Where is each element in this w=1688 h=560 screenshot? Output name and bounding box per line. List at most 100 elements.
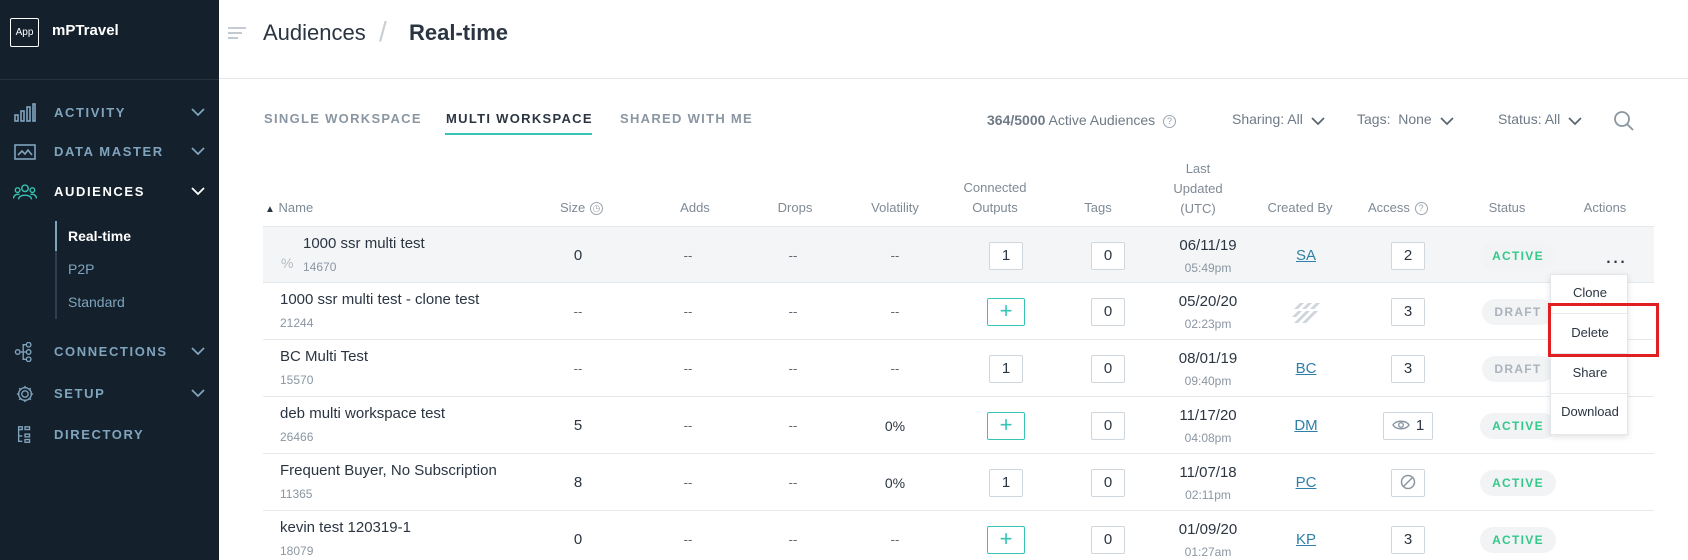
chevron-down-icon [191, 147, 205, 156]
access-count[interactable]: 2 [1391, 241, 1425, 270]
blocked-icon [1400, 474, 1416, 489]
column-header-name[interactable]: ▲ Name [265, 198, 313, 220]
access-count[interactable]: 3 [1391, 525, 1425, 554]
sidebar-item-audiences[interactable]: AUDIENCES [0, 174, 219, 208]
sidebar-subitem-real-time[interactable]: Real-time [68, 228, 131, 244]
column-header-created-by: Created By [1267, 200, 1333, 215]
connected-outputs-count[interactable]: 1 [989, 354, 1023, 383]
tags-filter[interactable]: Tags: None [1357, 111, 1454, 127]
add-output-button[interactable]: + [987, 525, 1025, 554]
no-access-button[interactable] [1391, 468, 1425, 497]
table-row[interactable]: 1000 ssr multi test - clone test 21244 --… [263, 283, 1654, 340]
status-filter-label: Status: [1498, 111, 1542, 127]
tags-count[interactable]: 0 [1091, 241, 1125, 270]
audience-name[interactable]: 1000 ssr multi test [303, 235, 425, 252]
tags-count[interactable]: 0 [1091, 354, 1125, 383]
table-row[interactable]: % 1000 ssr multi test 14670 0 -- -- -- 1 … [263, 226, 1654, 283]
menu-item-clone[interactable]: Clone [1551, 285, 1629, 300]
chevron-down-icon [191, 389, 205, 398]
sharing-filter[interactable]: Sharing: All [1232, 111, 1325, 127]
adds-value: -- [683, 304, 693, 319]
column-header-drops: Drops [777, 200, 813, 215]
audience-name[interactable]: Frequent Buyer, No Subscription [280, 462, 497, 479]
directory-icon [17, 426, 31, 443]
connections-icon [14, 342, 32, 362]
access-viewers[interactable]: 1 [1382, 411, 1434, 440]
app-brand[interactable]: App mPTravel [0, 0, 219, 66]
tags-count[interactable]: 0 [1091, 411, 1125, 440]
subnav-active-indicator [55, 221, 57, 251]
volatility-value: 0% [884, 417, 906, 434]
sidebar-subitem-p2p[interactable]: P2P [68, 261, 94, 277]
status-filter-value: All [1544, 111, 1561, 127]
sidebar-item-data-master[interactable]: DATA MASTER [0, 134, 219, 168]
active-tab-indicator [445, 133, 592, 135]
add-output-button[interactable]: + [987, 411, 1025, 440]
menu-divider [1551, 393, 1629, 394]
tags-count[interactable]: 0 [1091, 468, 1125, 497]
table-row[interactable]: kevin test 120319-1 18079 0 -- -- -- + 0 … [263, 511, 1654, 560]
creator-initials[interactable]: BC [1296, 360, 1317, 377]
tags-filter-value: None [1398, 111, 1432, 127]
access-count: 1 [1415, 416, 1425, 434]
tab-shared-with-me[interactable]: SHARED WITH ME [620, 111, 753, 126]
tags-count[interactable]: 0 [1091, 297, 1125, 326]
updated-time: 02:23pm [1184, 316, 1232, 331]
tags-count[interactable]: 0 [1091, 525, 1125, 554]
access-count[interactable]: 3 [1391, 297, 1425, 326]
breadcrumb-audiences[interactable]: Audiences [263, 20, 366, 46]
audience-id: 18079 [280, 544, 314, 558]
column-header-label: Outputs [972, 200, 1018, 215]
tab-multi-workspace[interactable]: MULTI WORKSPACE [446, 111, 593, 126]
menu-item-download[interactable]: Download [1551, 404, 1629, 419]
connected-outputs-count[interactable]: 1 [989, 241, 1023, 270]
audience-name[interactable]: 1000 ssr multi test - clone test [280, 291, 479, 308]
table-row[interactable]: deb multi workspace test 26466 5 -- -- 0%… [263, 397, 1654, 454]
size-value: 0 [573, 531, 583, 548]
column-header-last-updated[interactable]: Last Updated (UTC) [1160, 159, 1236, 219]
bar-chart-icon [14, 103, 36, 122]
data-card-icon [14, 144, 36, 160]
creator-initials[interactable]: SA [1296, 247, 1316, 264]
search-icon[interactable] [1612, 109, 1636, 133]
status-filter[interactable]: Status: All [1498, 111, 1582, 127]
access-count[interactable]: 3 [1391, 354, 1425, 383]
sidebar-item-directory[interactable]: DIRECTORY [0, 417, 219, 451]
sidebar-item-setup[interactable]: SETUP [0, 376, 219, 410]
drops-value: -- [788, 532, 798, 547]
audience-name[interactable]: deb multi workspace test [280, 405, 445, 422]
help-icon[interactable]: ? [1414, 202, 1428, 215]
breadcrumb-separator: / [379, 16, 387, 47]
help-icon[interactable]: ? [1163, 115, 1177, 128]
people-icon [13, 184, 37, 200]
row-actions-button[interactable]: ... [1605, 243, 1626, 269]
column-header-label: Last [1185, 161, 1211, 176]
menu-toggle-icon[interactable] [228, 25, 246, 41]
table-row[interactable]: BC Multi Test 15570 -- -- -- -- 1 0 08/01… [263, 340, 1654, 397]
sidebar-subitem-standard[interactable]: Standard [68, 294, 125, 310]
add-output-button[interactable]: + [987, 297, 1025, 326]
column-header-label: Access [1368, 200, 1410, 215]
status-badge: DRAFT [1482, 355, 1554, 382]
creator-initials[interactable]: DM [1294, 417, 1317, 434]
creator-initials[interactable]: PC [1296, 474, 1317, 491]
creator-initials[interactable]: KP [1296, 531, 1316, 548]
audience-name[interactable]: kevin test 120319-1 [280, 519, 411, 536]
audience-name[interactable]: BC Multi Test [280, 348, 368, 365]
drops-value: -- [788, 418, 798, 433]
tab-single-workspace[interactable]: SINGLE WORKSPACE [264, 111, 422, 126]
audience-id: 26466 [280, 430, 314, 444]
size-value: -- [573, 304, 583, 319]
drops-value: -- [788, 304, 798, 319]
sidebar-item-activity[interactable]: ACTIVITY [0, 95, 219, 129]
connected-outputs-count[interactable]: 1 [989, 468, 1023, 497]
sort-ascending-icon: ▲ [265, 204, 275, 215]
table-row[interactable]: Frequent Buyer, No Subscription 11365 8 -… [263, 454, 1654, 511]
sidebar-item-label: SETUP [54, 386, 106, 401]
sidebar-item-connections[interactable]: CONNECTIONS [0, 334, 219, 368]
menu-item-share[interactable]: Share [1551, 365, 1629, 380]
page-header: Audiences / Real-time [219, 0, 1688, 79]
column-header-size[interactable]: Size ◷ [560, 198, 603, 218]
app-name: mPTravel [52, 22, 119, 39]
status-badge: DRAFT [1482, 298, 1554, 325]
